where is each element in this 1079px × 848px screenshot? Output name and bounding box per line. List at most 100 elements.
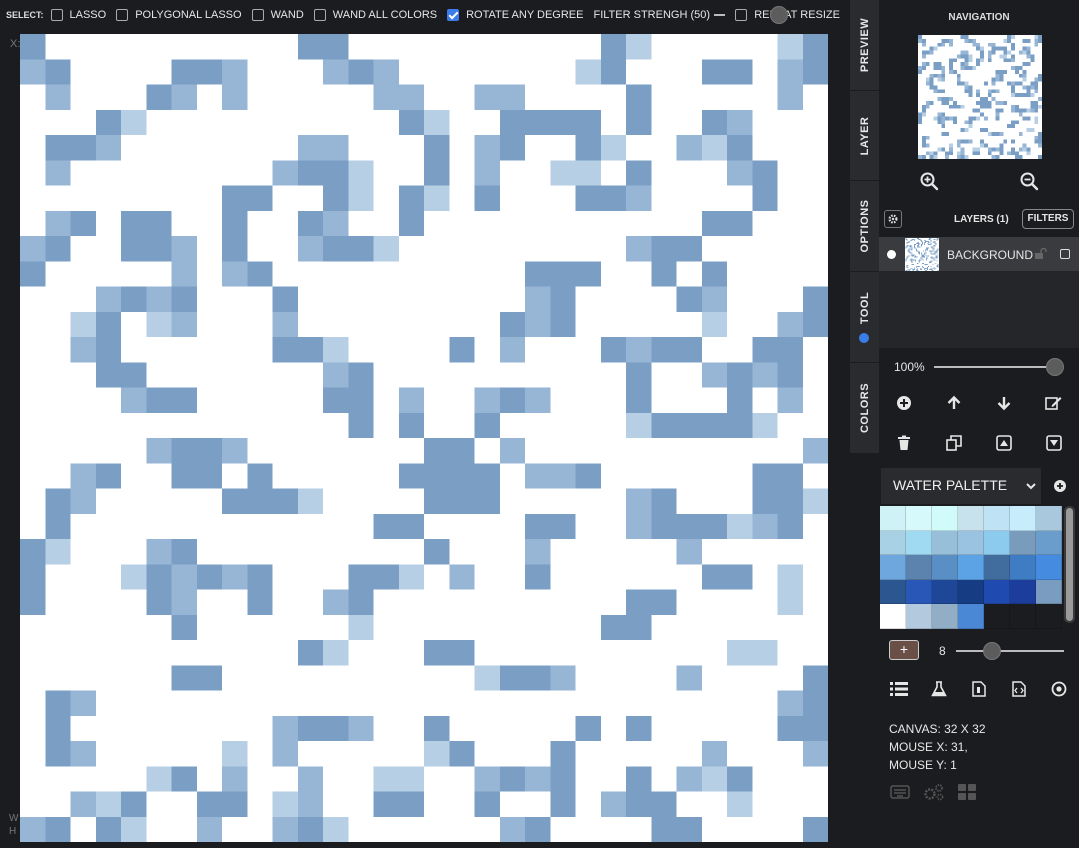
add-color-icon[interactable] xyxy=(1051,477,1069,495)
thumbnail-pixel xyxy=(915,249,917,251)
edit-layer-button[interactable] xyxy=(1044,393,1064,413)
zoom-in-icon[interactable] xyxy=(919,171,939,191)
brush-size-slider[interactable] xyxy=(956,642,1064,660)
canvas-pixel xyxy=(449,463,475,489)
palette-swatch[interactable] xyxy=(958,506,984,531)
preview-pixel xyxy=(991,50,996,55)
palette-swatch[interactable] xyxy=(984,604,1010,629)
brush-button[interactable]: + xyxy=(889,640,919,660)
palette-swatch[interactable] xyxy=(1036,604,1062,629)
tab-preview[interactable]: PREVIEW xyxy=(850,0,879,91)
palette-swatch[interactable] xyxy=(984,579,1010,605)
palette-swatch[interactable] xyxy=(1010,530,1036,556)
palette-swatch[interactable] xyxy=(906,506,932,531)
flask-button[interactable] xyxy=(929,679,949,699)
rotate-any-degree-option[interactable]: ROTATE ANY DEGREE xyxy=(447,9,583,21)
palette-swatch[interactable] xyxy=(958,579,984,605)
unlock-icon[interactable] xyxy=(1034,248,1048,260)
polygonal-lasso-checkbox[interactable] xyxy=(116,9,129,21)
wand-checkbox[interactable] xyxy=(251,9,264,21)
tab-colors[interactable]: COLORS xyxy=(850,363,879,454)
filter-strength-knob[interactable] xyxy=(770,6,788,24)
merge-down-button[interactable] xyxy=(1044,433,1064,453)
palette-swatch[interactable] xyxy=(958,604,984,629)
palette-swatch[interactable] xyxy=(880,530,906,556)
palette-swatch[interactable] xyxy=(1036,555,1062,580)
palette-swatch[interactable] xyxy=(880,579,906,605)
preview-pixel xyxy=(1003,69,1008,74)
lasso-checkbox[interactable] xyxy=(50,9,63,21)
merge-up-button[interactable] xyxy=(994,433,1014,453)
keyboard-icon[interactable] xyxy=(890,783,910,801)
palette-swatch[interactable] xyxy=(1036,506,1062,531)
tab-tool[interactable]: TOOL xyxy=(850,272,879,363)
layer-visibility-icon[interactable] xyxy=(887,250,896,259)
palette-swatch[interactable] xyxy=(932,506,958,531)
palette-swatch[interactable] xyxy=(880,555,906,580)
palette-swatch[interactable] xyxy=(906,604,932,629)
palette-swatch[interactable] xyxy=(906,530,932,556)
palette-swatch[interactable] xyxy=(958,555,984,580)
canvas-pixel xyxy=(171,463,197,489)
palette-swatch[interactable] xyxy=(932,555,958,580)
filter-strength-slider[interactable] xyxy=(714,6,788,24)
palette-swatch[interactable] xyxy=(932,530,958,556)
record-button[interactable] xyxy=(1049,679,1069,699)
canvas-pixel xyxy=(499,109,525,135)
move-layer-up-button[interactable] xyxy=(944,393,964,413)
opacity-slider-knob[interactable] xyxy=(1046,358,1064,376)
palette-swatch[interactable] xyxy=(880,604,906,629)
file-code-button[interactable] xyxy=(1009,679,1029,699)
move-layer-down-button[interactable] xyxy=(994,393,1014,413)
repeat-resize-checkbox[interactable] xyxy=(735,9,748,21)
palette-swatch[interactable] xyxy=(932,604,958,629)
preview-pixel xyxy=(999,69,1004,74)
brush-size-knob[interactable] xyxy=(983,642,1001,660)
canvas-pixel xyxy=(146,387,172,413)
palette-swatch[interactable] xyxy=(984,530,1010,556)
palette-swatch[interactable] xyxy=(1010,604,1036,629)
preview-pixel xyxy=(1014,151,1019,156)
palette-swatch[interactable] xyxy=(1036,530,1062,556)
palette-swatch[interactable] xyxy=(880,506,906,531)
wand-all-colors-checkbox[interactable] xyxy=(313,9,326,21)
palette-swatch[interactable] xyxy=(1036,579,1062,605)
tab-layer[interactable]: LAYER xyxy=(850,91,879,181)
filters-button[interactable]: FILTERS xyxy=(1022,209,1074,229)
palette-select[interactable]: WATER PALETTE xyxy=(881,468,1041,504)
palette-scrollbar[interactable] xyxy=(1064,506,1075,623)
list-button[interactable] xyxy=(889,679,909,699)
palette-swatch[interactable] xyxy=(1010,506,1036,531)
palette-swatch[interactable] xyxy=(1010,555,1036,580)
palette-scrollbar-thumb[interactable] xyxy=(1066,508,1073,621)
zoom-out-icon[interactable] xyxy=(1019,171,1039,191)
wand-option[interactable]: WAND xyxy=(251,9,304,21)
layer-settings-button[interactable] xyxy=(884,210,902,228)
layer-row-background[interactable]: BACKGROUND xyxy=(879,237,1079,271)
grid-icon[interactable] xyxy=(957,783,977,801)
add-layer-button[interactable] xyxy=(894,393,914,413)
palette-swatch[interactable] xyxy=(984,555,1010,580)
palette-swatch[interactable] xyxy=(906,555,932,580)
tab-options[interactable]: OPTIONS xyxy=(850,181,879,272)
palette-swatch[interactable] xyxy=(932,579,958,605)
canvas-pixel xyxy=(777,34,803,60)
palette-swatch[interactable] xyxy=(906,579,932,605)
opacity-slider[interactable] xyxy=(934,358,1064,376)
lasso-option[interactable]: LASSO xyxy=(50,9,106,21)
delete-layer-button[interactable] xyxy=(894,433,914,453)
duplicate-layer-button[interactable] xyxy=(944,433,964,453)
rotate-any-degree-checkbox[interactable] xyxy=(447,9,460,21)
wand-all-colors-option[interactable]: WAND ALL COLORS xyxy=(313,9,437,21)
palette-swatch[interactable] xyxy=(984,506,1010,531)
palette-swatch[interactable] xyxy=(958,530,984,556)
file-export-button[interactable] xyxy=(969,679,989,699)
preview-pixel xyxy=(1007,81,1011,86)
navigation-preview[interactable] xyxy=(918,35,1042,159)
palette-swatch[interactable] xyxy=(1010,579,1036,605)
cursor-x-readout: X: xyxy=(10,38,21,50)
gears-icon[interactable] xyxy=(922,783,946,801)
polygonal-lasso-option[interactable]: POLYGONAL LASSO xyxy=(116,9,242,21)
drawing-canvas[interactable] xyxy=(20,34,828,842)
layer-select-checkbox[interactable] xyxy=(1060,249,1070,259)
